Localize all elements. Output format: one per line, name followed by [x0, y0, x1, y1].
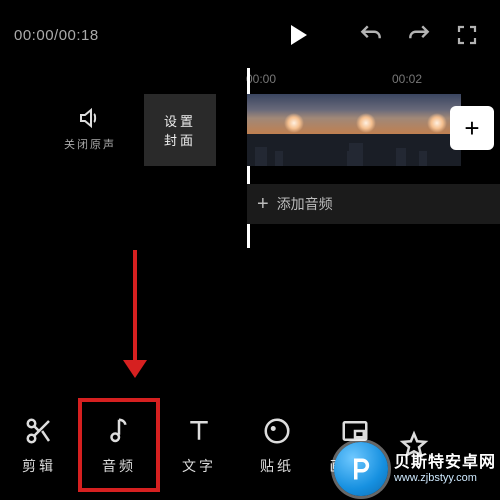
text-icon: [184, 414, 214, 448]
add-clip-button[interactable]: +: [450, 106, 494, 150]
video-clip[interactable]: [247, 94, 319, 166]
ruler-tick: 00:02: [392, 72, 422, 86]
fullscreen-button[interactable]: [454, 22, 480, 48]
scissors-icon: [24, 414, 54, 448]
music-note-icon: [104, 414, 134, 448]
watermark: 贝斯特安卓网 www.zjbstyy.com: [334, 442, 496, 496]
watermark-logo: [334, 442, 388, 496]
time-ruler: 00:00 00:02: [0, 70, 500, 94]
speaker-icon: [76, 106, 104, 130]
undo-button[interactable]: [358, 22, 384, 48]
mute-original-audio-button[interactable]: 关闭原声: [62, 106, 118, 152]
ruler-tick: 00:00: [246, 72, 276, 86]
add-audio-track-button[interactable]: + 添加音频: [247, 184, 500, 224]
redo-button[interactable]: [406, 22, 432, 48]
tool-label: 文字: [182, 456, 216, 476]
watermark-title: 贝斯特安卓网: [394, 454, 496, 472]
add-audio-label: 添加音频: [277, 194, 333, 214]
tool-label: 剪辑: [22, 456, 56, 476]
tool-audio[interactable]: 音频: [78, 398, 160, 492]
play-button[interactable]: [276, 14, 318, 56]
tool-sticker[interactable]: 贴纸: [238, 398, 316, 492]
video-track[interactable]: [247, 94, 461, 166]
tool-label: 贴纸: [260, 456, 294, 476]
cover-label-line2: 封面: [164, 130, 196, 149]
video-clip[interactable]: [319, 94, 391, 166]
mute-label: 关闭原声: [62, 136, 118, 152]
watermark-url: www.zjbstyy.com: [394, 472, 496, 484]
sticker-icon: [262, 414, 292, 448]
plus-icon: +: [257, 193, 269, 216]
tool-label: 音频: [102, 456, 136, 476]
tool-text[interactable]: 文字: [160, 398, 238, 492]
set-cover-button[interactable]: 设置 封面: [144, 94, 216, 166]
plus-icon: +: [464, 113, 479, 144]
time-display: 00:00/00:18: [14, 27, 99, 44]
cover-label-line1: 设置: [164, 111, 196, 130]
play-icon: [291, 25, 307, 45]
tool-cut[interactable]: 剪辑: [0, 398, 78, 492]
